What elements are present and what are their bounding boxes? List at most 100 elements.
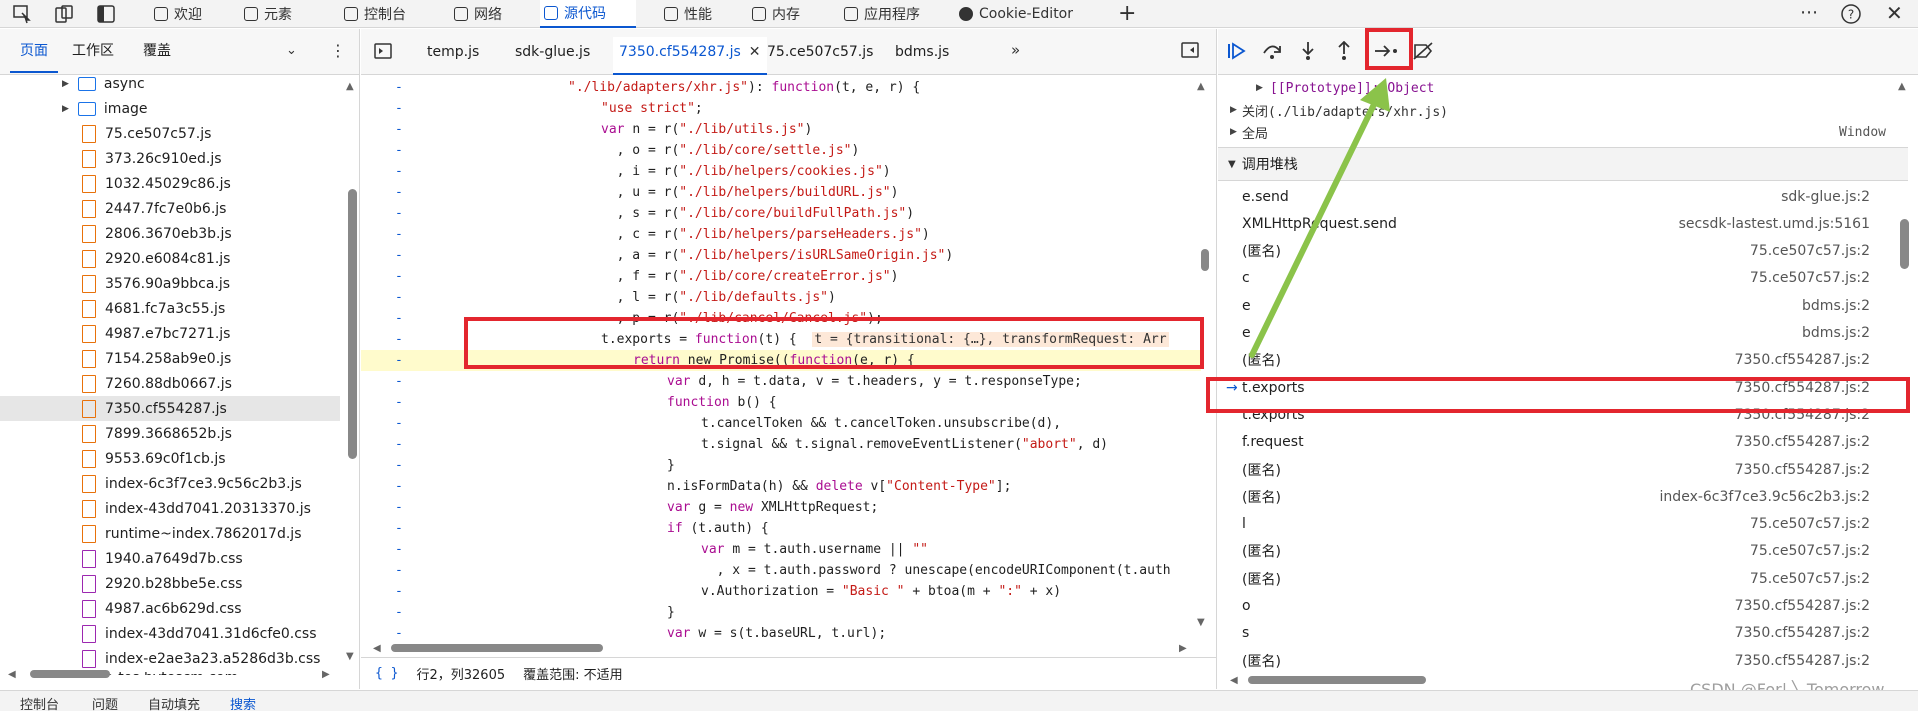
code-line[interactable]: -} xyxy=(361,602,1201,623)
gutter-mark[interactable]: - xyxy=(395,245,403,266)
more-menu-icon[interactable]: ⋯ xyxy=(1800,2,1818,23)
code-line[interactable]: - "./lib/adapters/xhr.js"): function(t, e… xyxy=(361,77,1201,98)
gutter-mark[interactable]: - xyxy=(395,266,403,287)
device-emulation-icon[interactable] xyxy=(54,4,74,24)
gutter-mark[interactable]: - xyxy=(395,329,403,350)
code-line[interactable]: - t.signal && t.signal.removeEventListene… xyxy=(361,434,1201,455)
code-line[interactable]: - , c = r("./lib/helpers/parseHeaders.js… xyxy=(361,224,1201,245)
callstack-frame[interactable]: l 75.ce507c57.js:2 xyxy=(1218,511,1908,538)
tab-memory[interactable]: 内存 xyxy=(748,0,816,28)
tab-sources[interactable]: 源代码 xyxy=(540,0,636,28)
gutter-mark[interactable]: - xyxy=(395,518,403,539)
editor-tab[interactable]: 75.ce507c57.js xyxy=(761,37,879,75)
help-icon[interactable]: ? xyxy=(1840,3,1862,25)
add-tab-icon[interactable]: + xyxy=(1118,1,1136,26)
gutter-mark[interactable]: - xyxy=(395,308,403,329)
callstack-frame[interactable]: f.request 7350.cf554287.js:2 xyxy=(1218,429,1908,456)
tree-file[interactable]: 373.26c910ed.js xyxy=(0,146,340,171)
editor-tab[interactable]: 7350.cf554287.js ✕ xyxy=(613,37,767,75)
gutter-mark[interactable]: - xyxy=(395,413,403,434)
tree-file[interactable]: index-6c3f7ce3.9c56c2b3.js xyxy=(0,471,340,496)
toggle-sidebar-icon[interactable] xyxy=(96,4,116,24)
scroll-left-icon[interactable]: ◀ xyxy=(8,669,16,680)
gutter-mark[interactable]: - xyxy=(395,581,403,602)
gutter-mark[interactable]: - xyxy=(395,161,403,182)
editor-tab[interactable]: temp.js xyxy=(421,37,485,75)
tab-network[interactable]: 网络 xyxy=(450,0,520,28)
tree-file[interactable]: 4987.e7bc7271.js xyxy=(0,321,340,346)
code-line[interactable]: - var m = t.auth.username || "" xyxy=(361,539,1201,560)
callstack-frame[interactable]: (匿名) 75.ce507c57.js:2 xyxy=(1218,538,1908,565)
code-line[interactable]: - , u = r("./lib/helpers/buildURL.js") xyxy=(361,182,1201,203)
right-scroll-up-icon[interactable]: ▲ xyxy=(1898,81,1906,92)
tree-file[interactable]: 75.ce507c57.js xyxy=(0,121,340,146)
drawer-tab[interactable]: 控制台 xyxy=(20,694,59,711)
tree-file[interactable]: 2920.b28bbe5e.css xyxy=(0,571,340,596)
chevron-down-icon[interactable]: ⌄ xyxy=(286,43,297,58)
editor-tab[interactable]: sdk-glue.js xyxy=(509,37,596,75)
tab-pages[interactable]: 页面 xyxy=(10,39,58,73)
tab-cookie-editor[interactable]: Cookie-Editor xyxy=(955,0,1075,28)
toggle-debugger-icon[interactable] xyxy=(1181,42,1199,58)
code-line[interactable]: - function b() { xyxy=(361,392,1201,413)
code-line[interactable]: - v.Authorization = "Basic " + btoa(m + "… xyxy=(361,581,1201,602)
tree-folder[interactable]: ▶ async xyxy=(0,75,340,96)
code-line[interactable]: - n.isFormData(h) && delete v["Content-Ty… xyxy=(361,476,1201,497)
code-line[interactable]: - , f = r("./lib/core/createError.js") xyxy=(361,266,1201,287)
more-vertical-icon[interactable]: ⋮ xyxy=(330,41,346,60)
code-horizontal-scrollbar[interactable]: ◀ ▶ xyxy=(361,641,1201,655)
code-line[interactable]: - if (t.auth) { xyxy=(361,518,1201,539)
callstack-frame[interactable]: (匿名) 7350.cf554287.js:2 xyxy=(1218,647,1908,673)
gutter-mark[interactable]: - xyxy=(395,560,403,581)
pretty-print-icon[interactable]: { } xyxy=(375,666,398,681)
close-devtools-icon[interactable]: ✕ xyxy=(1886,1,1903,25)
tree-file[interactable]: 3576.90a9bbca.js xyxy=(0,271,340,296)
gutter-mark[interactable]: - xyxy=(395,497,403,518)
right-scroll-left-icon[interactable]: ◀ xyxy=(1230,675,1238,686)
tree-file[interactable]: 4681.fc7a3c55.js xyxy=(0,296,340,321)
tree-file[interactable]: 2806.3670eb3b.js xyxy=(0,221,340,246)
gutter-mark[interactable]: - xyxy=(395,119,403,140)
tree-file[interactable]: 7260.88db0667.js xyxy=(0,371,340,396)
gutter-mark[interactable]: - xyxy=(395,434,403,455)
code-line[interactable]: - t.cancelToken && t.cancelToken.unsubscr… xyxy=(361,413,1201,434)
code-line[interactable]: - var g = new XMLHttpRequest; xyxy=(361,497,1201,518)
gutter-mark[interactable]: - xyxy=(395,455,403,476)
code-line[interactable]: - , x = t.auth.password ? unescape(encod… xyxy=(361,560,1201,581)
tree-file[interactable]: index-43dd7041.31d6cfe0.css xyxy=(0,621,340,646)
toggle-navigator-icon[interactable] xyxy=(374,43,392,59)
gutter-mark[interactable]: - xyxy=(395,602,403,623)
editor-tab[interactable]: bdms.js xyxy=(889,37,955,75)
drawer-tab[interactable]: 自动填充 xyxy=(148,694,200,711)
code-line[interactable]: - , s = r("./lib/core/buildFullPath.js") xyxy=(361,203,1201,224)
gutter-mark[interactable]: - xyxy=(395,539,403,560)
tree-file[interactable]: 2920.e6084c81.js xyxy=(0,246,340,271)
tree-file[interactable]: index-43dd7041.20313370.js xyxy=(0,496,340,521)
tree-folder[interactable]: ▶ image xyxy=(0,96,340,121)
inspect-element-icon[interactable] xyxy=(12,4,32,24)
close-tab-icon[interactable]: ✕ xyxy=(749,44,761,60)
code-scroll-left-icon[interactable]: ◀ xyxy=(373,643,381,654)
code-line[interactable]: - , a = r("./lib/helpers/isURLSameOrigin… xyxy=(361,245,1201,266)
file-tree-scrollbar[interactable] xyxy=(348,189,357,459)
tab-workspace[interactable]: 工作区 xyxy=(72,39,114,63)
gutter-mark[interactable]: - xyxy=(395,287,403,308)
tree-file[interactable]: 7154.258ab9e0.js xyxy=(0,346,340,371)
callstack-frame[interactable]: (匿名) index-6c3f7ce3.9c56c2b3.js:2 xyxy=(1218,483,1908,510)
code-scroll-down-icon[interactable]: ▼ xyxy=(1197,617,1205,628)
code-line[interactable]: - , l = r("./lib/defaults.js") xyxy=(361,287,1201,308)
gutter-mark[interactable]: - xyxy=(395,98,403,119)
tree-file[interactable]: 7899.3668652b.js xyxy=(0,421,340,446)
code-line[interactable]: - var d, h = t.data, v = t.headers, y = t… xyxy=(361,371,1201,392)
tab-performance[interactable]: 性能 xyxy=(660,0,726,28)
tab-overrides[interactable]: 覆盖 xyxy=(143,39,171,63)
tab-welcome[interactable]: 欢迎 xyxy=(150,0,210,28)
gutter-mark[interactable]: - xyxy=(395,140,403,161)
gutter-mark[interactable]: - xyxy=(395,77,403,98)
tree-file[interactable]: 9553.69c0f1cb.js xyxy=(0,446,340,471)
gutter-mark[interactable]: - xyxy=(395,203,403,224)
callstack-frame[interactable]: (匿名) 7350.cf554287.js:2 xyxy=(1218,456,1908,483)
tab-console[interactable]: 控制台 xyxy=(340,0,426,28)
drawer-tab[interactable]: 搜索 xyxy=(230,694,256,711)
code-line[interactable]: - "use strict"; xyxy=(361,98,1201,119)
